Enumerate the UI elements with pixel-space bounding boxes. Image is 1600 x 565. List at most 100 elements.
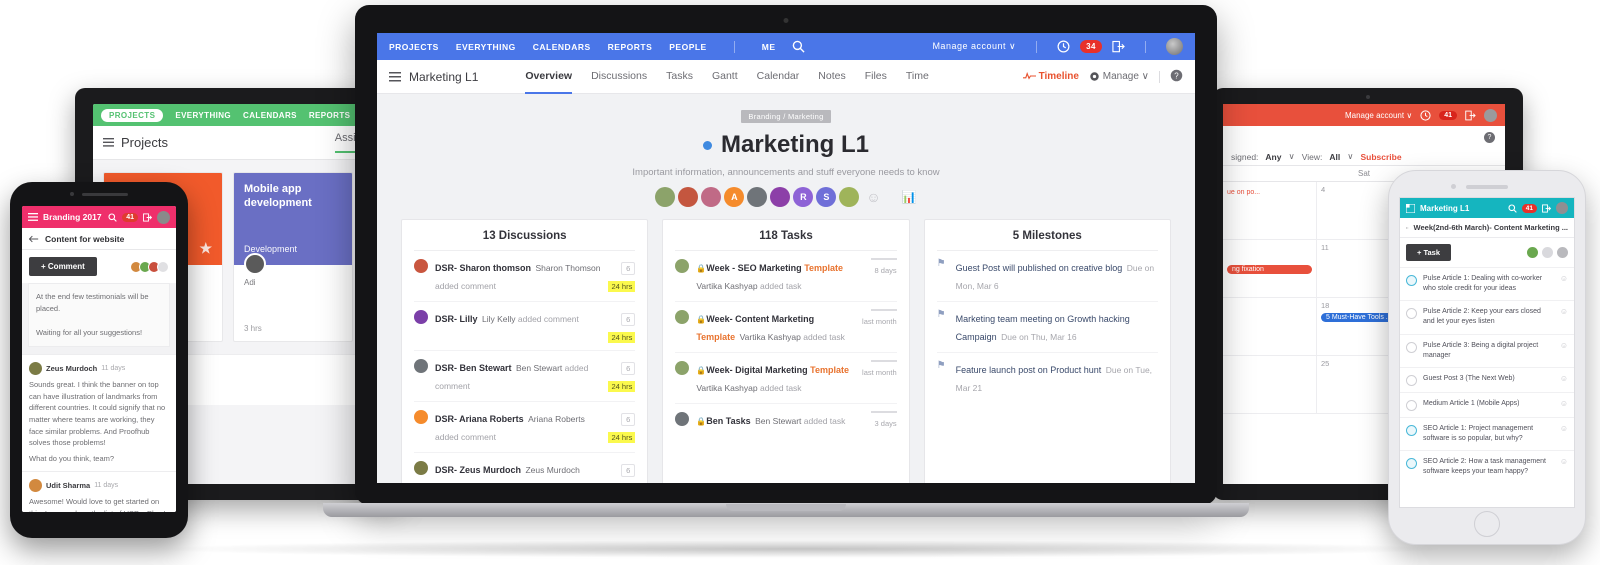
avatar[interactable]	[1166, 38, 1183, 55]
help-icon[interactable]: ?	[1170, 69, 1183, 85]
task-list-item[interactable]: Pulse Article 2: Keep your ears closed a…	[1400, 300, 1574, 333]
nav-item-everything[interactable]: EVERYTHING	[175, 111, 231, 120]
task-checkbox[interactable]	[1406, 374, 1417, 386]
filter-icon[interactable]	[1557, 247, 1568, 258]
avatar[interactable]	[655, 187, 676, 207]
view-filter-value[interactable]: All	[1329, 152, 1340, 162]
assignee-icon[interactable]: ☺	[1560, 399, 1568, 408]
avatar[interactable]	[839, 187, 860, 207]
task-checkbox[interactable]	[1406, 424, 1417, 436]
task-item[interactable]: 🔒Week- Content Marketing Template Vartik…	[675, 302, 897, 353]
chevron-down-icon[interactable]: ∨	[1288, 151, 1294, 162]
tab-calendar[interactable]: Calendar	[757, 60, 800, 94]
logout-icon[interactable]	[1465, 110, 1476, 121]
task-item[interactable]: 🔒Ben Tasks Ben Stewart added task 3 days	[675, 404, 897, 436]
task-item[interactable]: 🔒Week - SEO Marketing Template Vartika K…	[675, 251, 897, 302]
project-card[interactable]: Mobile app development Development Adi 3…	[233, 172, 353, 342]
search-icon[interactable]	[108, 212, 117, 222]
calendar-event[interactable]: ue on po...	[1227, 188, 1312, 197]
home-button[interactable]	[1474, 511, 1500, 537]
notification-badge[interactable]: 34	[1080, 40, 1102, 53]
assignee-icon[interactable]: ☺	[1560, 374, 1568, 383]
avatar[interactable]	[157, 210, 170, 224]
comment-item[interactable]: Udit Sharma 11 days Awesome! Would love …	[22, 471, 176, 512]
avatar[interactable]	[1484, 108, 1497, 122]
task-checkbox[interactable]	[1406, 308, 1417, 320]
calendar-event[interactable]: ng fixation	[1227, 265, 1312, 274]
hamburger-icon[interactable]	[389, 71, 401, 82]
task-checkbox[interactable]	[1406, 399, 1417, 411]
task-checkbox[interactable]	[1406, 275, 1417, 286]
nav-item-everything[interactable]: EVERYTHING	[456, 42, 516, 52]
avatar[interactable]	[747, 187, 768, 207]
task-list-item[interactable]: SEO Article 2: How a task management sof…	[1400, 450, 1574, 483]
breadcrumb[interactable]: Branding / Marketing	[401, 106, 1171, 124]
calendar-cell[interactable]	[1223, 298, 1316, 356]
assignee-icon[interactable]: ☺	[1560, 341, 1568, 350]
avatar[interactable]	[701, 187, 722, 207]
tab-overview[interactable]: Overview	[525, 60, 573, 94]
discussion-item[interactable]: DSR- Zeus Murdoch Zeus Murdoch added com…	[414, 453, 636, 483]
nav-item-calendars[interactable]: CALENDARS	[533, 42, 591, 52]
tab-tasks[interactable]: Tasks	[666, 60, 693, 94]
calendar-cell[interactable]	[1223, 356, 1316, 414]
tab-time[interactable]: Time	[906, 60, 929, 94]
assigned-filter-value[interactable]: Any	[1265, 152, 1281, 162]
avatar-more[interactable]	[157, 260, 169, 273]
discussion-item[interactable]: DSR- Sharon thomson Sharon Thomson added…	[414, 251, 636, 302]
calendar-cell[interactable]: ue on po...	[1223, 182, 1316, 240]
assignee-icon[interactable]: ☺	[1560, 274, 1568, 283]
chevron-down-icon[interactable]: ∨	[1347, 151, 1353, 162]
avatar[interactable]	[1556, 202, 1568, 214]
subscribe-button[interactable]: Subscribe	[1360, 152, 1401, 162]
avatar[interactable]: S	[816, 187, 837, 207]
clock-icon[interactable]	[1057, 40, 1070, 53]
avatar[interactable]	[770, 187, 791, 207]
task-list-item[interactable]: Pulse Article 1: Dealing with co-worker …	[1400, 267, 1574, 300]
avatar[interactable]: R	[793, 187, 814, 207]
chart-icon[interactable]: 📊	[902, 190, 917, 204]
avatar-more[interactable]	[1542, 247, 1553, 258]
logout-icon[interactable]	[1542, 203, 1551, 213]
add-task-button[interactable]: + Task	[1406, 244, 1452, 261]
avatar[interactable]	[1527, 247, 1538, 258]
milestone-item[interactable]: ⚑ Guest Post will published on creative …	[936, 251, 1158, 302]
assignee-icon[interactable]: ☺	[1560, 457, 1568, 466]
nav-item-me[interactable]: ME	[762, 42, 776, 52]
star-icon[interactable]: ★	[199, 240, 212, 258]
logout-icon[interactable]	[143, 212, 152, 222]
tab-notes[interactable]: Notes	[818, 60, 845, 94]
tab-discussions[interactable]: Discussions	[591, 60, 647, 94]
search-icon[interactable]	[792, 40, 806, 53]
notification-badge[interactable]: 41	[1439, 110, 1457, 120]
avatar[interactable]: A	[724, 187, 745, 207]
discussion-item[interactable]: DSR- Ariana Roberts Ariana Roberts added…	[414, 402, 636, 453]
task-item[interactable]: 🔒Week- Digital Marketing Template Vartik…	[675, 353, 897, 404]
notification-badge[interactable]: 41	[122, 212, 138, 222]
manage-account-menu[interactable]: Manage account ∨	[932, 41, 1016, 52]
milestone-item[interactable]: ⚑ Feature launch post on Product hunt Du…	[937, 353, 1158, 403]
task-list-item[interactable]: SEO Article 1: Project management softwa…	[1400, 416, 1574, 450]
task-list-item[interactable]: Guest Post 3 (The Next Web) ☺	[1400, 366, 1574, 392]
task-checkbox[interactable]	[1406, 341, 1417, 353]
discussion-item[interactable]: DSR- Lilly Lily Kelly added comment 6 24…	[414, 302, 636, 351]
add-comment-button[interactable]: + Comment	[29, 257, 97, 276]
search-icon[interactable]	[1508, 203, 1517, 213]
task-list-item[interactable]: Pulse Article 3: Being a digital project…	[1400, 333, 1574, 367]
notification-badge[interactable]: 41	[1521, 203, 1537, 213]
milestone-item[interactable]: ⚑ Marketing team meeting on Growth hacki…	[936, 302, 1158, 353]
manage-account-menu[interactable]: Manage account ∨	[1345, 111, 1412, 120]
timeline-button[interactable]: Timeline	[1022, 71, 1079, 82]
logout-icon[interactable]	[1112, 40, 1125, 53]
nav-item-reports[interactable]: REPORTS	[608, 42, 653, 52]
task-checkbox[interactable]	[1406, 458, 1417, 470]
nav-item-people[interactable]: PEOPLE	[669, 42, 706, 52]
comment-item[interactable]: Zeus Murdoch 11 days Sounds great. I thi…	[22, 354, 176, 472]
assignee-icon[interactable]: ☺	[1560, 424, 1568, 433]
calendar-cell[interactable]: ng fixation	[1223, 240, 1316, 298]
nav-item-reports[interactable]: REPORTS	[309, 111, 350, 120]
nav-item-projects[interactable]: PROJECTS	[389, 42, 439, 52]
clock-icon[interactable]	[1420, 109, 1431, 121]
discussion-item[interactable]: DSR- Ben Stewart Ben Stewart added comme…	[414, 351, 636, 402]
avatar[interactable]	[678, 187, 699, 207]
